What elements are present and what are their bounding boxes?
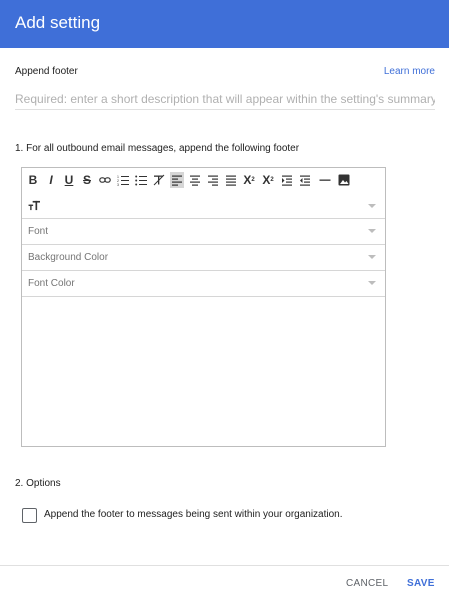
link-icon[interactable] (98, 172, 112, 188)
learn-more-link[interactable]: Learn more (384, 66, 435, 77)
strikethrough-icon[interactable]: S (80, 172, 94, 188)
underline-icon[interactable]: U (62, 172, 76, 188)
indent-icon[interactable] (280, 172, 294, 188)
align-justify-icon[interactable] (224, 172, 238, 188)
font-color-select[interactable]: Font Color (22, 271, 385, 297)
internal-messages-checkbox[interactable] (22, 508, 37, 523)
bulleted-list-icon[interactable] (134, 172, 148, 188)
chevron-down-icon (368, 204, 376, 208)
outdent-icon[interactable] (298, 172, 312, 188)
cancel-button[interactable]: CANCEL (346, 578, 388, 589)
description-input[interactable] (15, 89, 435, 110)
checkbox-label: Append the footer to messages being sent… (44, 509, 343, 520)
font-size-icon (28, 200, 41, 214)
clear-formatting-icon[interactable] (152, 172, 166, 188)
superscript-icon[interactable]: X2 (261, 172, 275, 188)
editor-toolbar: B I U S 123 X2 X2 (22, 168, 385, 194)
dialog-title: Add setting (15, 13, 101, 32)
footer-editor: B I U S 123 X2 X2 Font Background Color … (21, 167, 386, 447)
horizontal-rule-icon[interactable] (318, 172, 332, 188)
align-right-icon[interactable] (206, 172, 220, 188)
subscript-icon[interactable]: X2 (242, 172, 256, 188)
svg-text:3: 3 (117, 183, 119, 186)
align-center-icon[interactable] (188, 172, 202, 188)
background-color-select[interactable]: Background Color (22, 245, 385, 271)
font-select[interactable]: Font (22, 219, 385, 245)
footer-divider (0, 565, 449, 566)
dialog-header: Add setting (0, 0, 449, 48)
font-size-select[interactable] (22, 194, 385, 219)
section-1-heading: 1. For all outbound email messages, appe… (15, 143, 300, 154)
save-button[interactable]: SAVE (407, 578, 435, 589)
image-icon[interactable] (337, 172, 351, 188)
bold-icon[interactable]: B (26, 172, 40, 188)
section-2-heading: 2. Options (15, 478, 61, 489)
font-color-label: Font Color (28, 278, 75, 289)
chevron-down-icon (368, 281, 376, 285)
italic-icon[interactable]: I (44, 172, 58, 188)
chevron-down-icon (368, 229, 376, 233)
setting-name-label: Append footer (15, 66, 78, 77)
font-select-label: Font (28, 226, 49, 237)
numbered-list-icon[interactable]: 123 (116, 172, 130, 188)
background-color-label: Background Color (28, 252, 109, 263)
footer-text-area[interactable] (22, 297, 385, 446)
align-left-icon[interactable] (170, 172, 184, 188)
chevron-down-icon (368, 255, 376, 259)
